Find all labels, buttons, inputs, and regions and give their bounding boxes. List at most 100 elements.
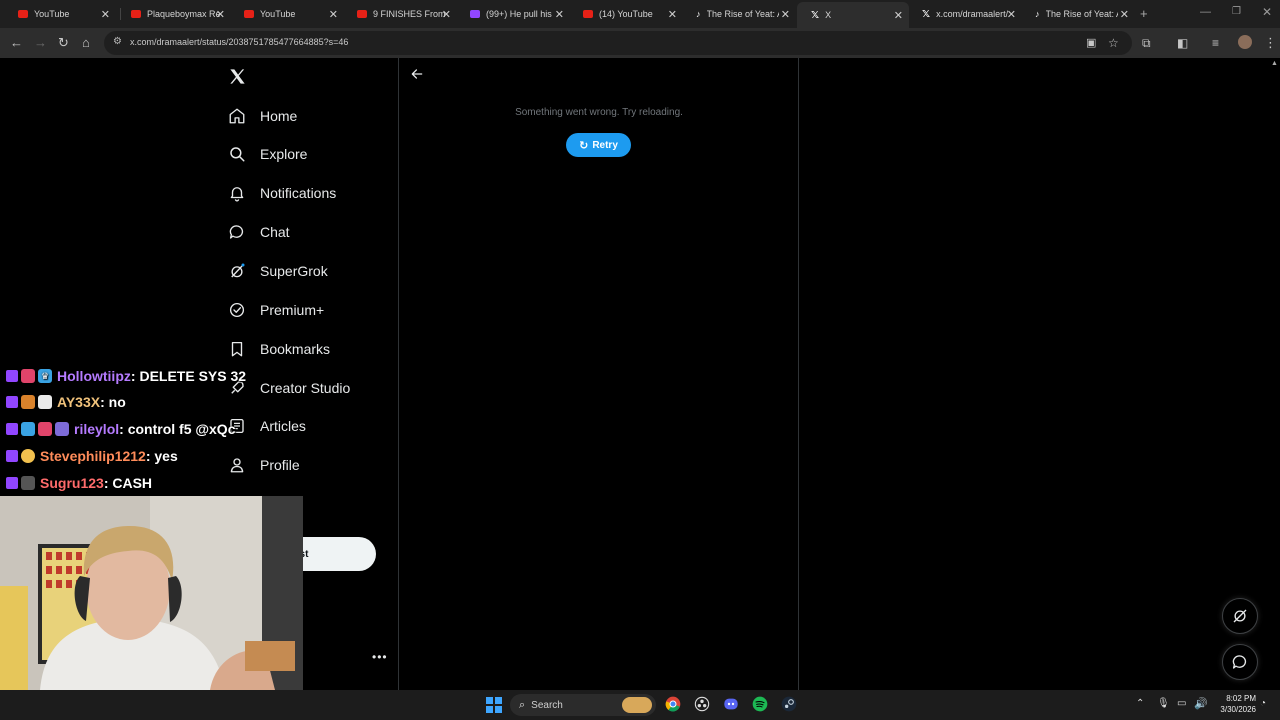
spotify-icon[interactable]: [751, 695, 769, 713]
twitch-icon: [6, 477, 18, 489]
tab-close-icon[interactable]: ✕: [1007, 8, 1016, 21]
home-button-icon[interactable]: ⌂: [82, 35, 90, 51]
tab-close-icon[interactable]: ✕: [101, 8, 110, 21]
chat-message: Sugru123: CASH: [6, 472, 152, 494]
x-logo-icon[interactable]: [228, 67, 247, 91]
nav-supergrok[interactable]: SuperGrok: [228, 256, 328, 286]
new-tab-icon[interactable]: +: [1140, 6, 1148, 21]
browser-tab[interactable]: (14) YouTube ✕: [569, 4, 683, 24]
tab-close-icon[interactable]: ✕: [216, 8, 225, 21]
notification-center-icon[interactable]: ◔: [1260, 698, 1266, 709]
tab-close-icon[interactable]: ✕: [668, 8, 677, 21]
url-text[interactable]: x.com/dramaalert/status/2038751785477664…: [130, 37, 348, 47]
nav-explore[interactable]: Explore: [228, 139, 307, 169]
messages-float-button[interactable]: [1222, 644, 1258, 680]
nav-profile[interactable]: Profile: [228, 450, 300, 480]
bookmark-icon: [231, 341, 243, 357]
youtube-icon: [18, 10, 28, 18]
search-highlight-icon: [622, 697, 652, 713]
obs-icon[interactable]: [693, 695, 711, 713]
grok-icon: [1233, 609, 1247, 623]
browser-tab[interactable]: 𝕏 x.com/dramaalert/ ✕: [908, 4, 1022, 24]
discord-icon[interactable]: [722, 695, 740, 713]
side-panel-icon[interactable]: ◧: [1177, 35, 1188, 51]
browser-tab[interactable]: ♪ The Rise of Yeat: A ✕: [1021, 4, 1135, 24]
chat-username: rileylol: [74, 421, 120, 437]
minimize-icon[interactable]: —: [1200, 6, 1211, 18]
browser-tab[interactable]: ♪ The Rise of Yeat: A ✕: [682, 4, 796, 24]
chat-text: yes: [154, 448, 178, 464]
back-icon[interactable]: ←: [10, 35, 23, 51]
tab-close-icon[interactable]: ✕: [442, 8, 451, 21]
nav-label: Notifications: [260, 185, 337, 201]
tab-close-icon[interactable]: ✕: [781, 8, 790, 21]
browser-tab[interactable]: 9 FINISHES From ✕: [343, 4, 457, 24]
retry-label: Retry: [592, 139, 618, 151]
reload-icon[interactable]: ↻: [58, 35, 69, 51]
nav-home[interactable]: Home: [228, 101, 297, 131]
tab-close-icon[interactable]: ✕: [1120, 8, 1129, 21]
chat-username: Hollowtiipz: [57, 368, 131, 384]
tab-title: The Rise of Yeat: A: [1045, 9, 1118, 19]
tab-title: 9 FINISHES From: [373, 9, 446, 19]
tab-title: x.com/dramaalert/: [936, 9, 1009, 19]
browser-tab-active[interactable]: 𝕏 X ✕: [797, 2, 909, 28]
twitch-icon: [470, 10, 480, 18]
chat-message: ♛ Hollowtiipz: DELETE SYS 32: [6, 365, 246, 387]
back-arrow-icon[interactable]: [410, 67, 424, 86]
system-clock[interactable]: 8:02 PM 3/30/2026: [1212, 693, 1256, 715]
scroll-up-icon[interactable]: ▲: [1271, 60, 1278, 67]
browser-tab[interactable]: YouTube ✕: [4, 4, 116, 24]
nav-creator-studio[interactable]: Creator Studio: [228, 373, 350, 403]
media-controls-icon[interactable]: ≡: [1212, 35, 1219, 51]
site-settings-icon[interactable]: ⚙: [113, 36, 122, 47]
install-app-icon[interactable]: ▣: [1086, 35, 1096, 51]
address-bar[interactable]: ⚙ x.com/dramaalert/status/20387517854776…: [104, 31, 1132, 55]
nav-articles[interactable]: Articles: [228, 411, 306, 441]
tab-close-icon[interactable]: ✕: [329, 8, 338, 21]
tiktok-icon: ♪: [1035, 9, 1040, 19]
chat-username: AY33X: [57, 394, 101, 410]
page-scrollbar[interactable]: ▲: [1268, 58, 1280, 690]
taskbar-search[interactable]: ⌕ Search: [510, 694, 656, 716]
network-icon[interactable]: ▭: [1177, 698, 1186, 709]
nav-bookmarks[interactable]: Bookmarks: [228, 334, 330, 364]
twitch-icon: [6, 423, 18, 435]
extensions-icon[interactable]: ⧉: [1142, 35, 1151, 51]
tray-overflow-icon[interactable]: ⌃: [1136, 698, 1144, 709]
emote-badge-icon: [21, 476, 35, 490]
browser-tab[interactable]: YouTube ✕: [230, 4, 344, 24]
chrome-icon[interactable]: [664, 695, 682, 713]
microphone-icon[interactable]: 🎙: [1157, 698, 1170, 709]
window-close-icon[interactable]: ✕: [1262, 5, 1272, 19]
browser-toolbar: ← → ↻ ⌂ ⚙ x.com/dramaalert/status/203875…: [0, 28, 1280, 58]
nav-label: Creator Studio: [260, 380, 351, 396]
browser-tab[interactable]: (99+) He pull his ✕: [456, 4, 570, 24]
nav-chat[interactable]: Chat: [228, 217, 290, 247]
windows-start-icon[interactable]: [486, 697, 502, 713]
nav-notifications[interactable]: Notifications: [228, 178, 336, 208]
twitch-icon: [6, 370, 18, 382]
nav-label: Home: [260, 108, 298, 124]
chat-message: rileylol: control f5 @xQc: [6, 418, 236, 440]
gift-badge-icon: [38, 422, 52, 436]
grok-float-button[interactable]: [1222, 598, 1258, 634]
browser-tab[interactable]: Plaqueboymax Re ✕: [117, 4, 231, 24]
steam-icon[interactable]: [780, 695, 798, 713]
tab-close-icon[interactable]: ✕: [894, 9, 903, 22]
forward-icon[interactable]: →: [34, 35, 47, 51]
sub-badge-icon: [21, 369, 35, 383]
nav-premium[interactable]: Premium+: [228, 295, 324, 325]
maximize-icon[interactable]: ❐: [1232, 6, 1241, 17]
tab-title: The Rise of Yeat: A: [706, 9, 779, 19]
retry-button[interactable]: ↻ Retry: [566, 133, 631, 157]
browser-menu-icon[interactable]: ⋮: [1264, 35, 1277, 51]
tiktok-icon: ♪: [696, 9, 701, 19]
nav-label: Premium+: [260, 302, 325, 318]
profile-avatar[interactable]: [1238, 35, 1252, 49]
chat-text: CASH: [112, 475, 153, 491]
tab-close-icon[interactable]: ✕: [555, 8, 564, 21]
volume-icon[interactable]: 🔊: [1194, 697, 1208, 710]
account-menu-icon[interactable]: •••: [372, 650, 388, 664]
bookmark-star-icon[interactable]: ☆: [1108, 35, 1119, 51]
